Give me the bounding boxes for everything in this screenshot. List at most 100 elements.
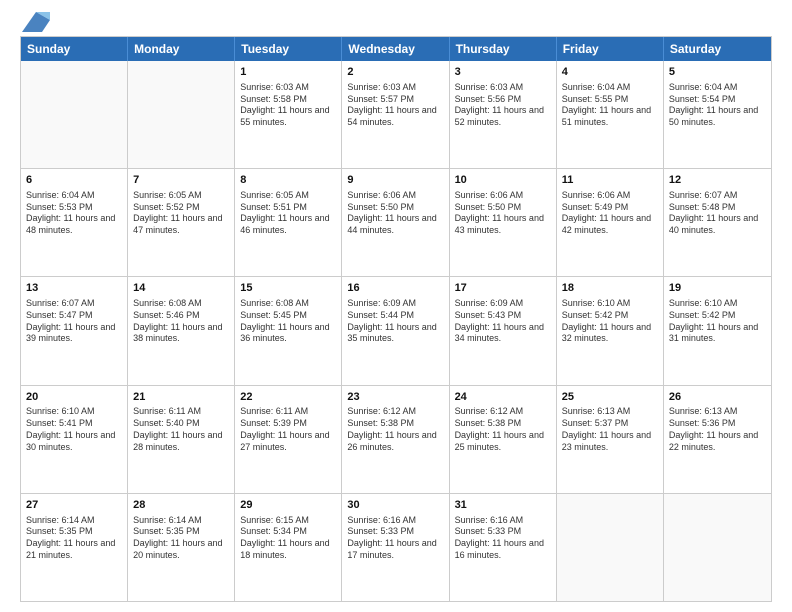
cell-info: Sunrise: 6:05 AM Sunset: 5:51 PM Dayligh… xyxy=(240,190,336,237)
day-number: 26 xyxy=(669,390,766,405)
cell-info: Sunrise: 6:10 AM Sunset: 5:41 PM Dayligh… xyxy=(26,406,122,453)
cell-info: Sunrise: 6:06 AM Sunset: 5:49 PM Dayligh… xyxy=(562,190,658,237)
day-header-wednesday: Wednesday xyxy=(342,37,449,61)
day-number: 29 xyxy=(240,498,336,513)
cell-info: Sunrise: 6:13 AM Sunset: 5:37 PM Dayligh… xyxy=(562,406,658,453)
cell-info: Sunrise: 6:14 AM Sunset: 5:35 PM Dayligh… xyxy=(26,515,122,562)
day-number: 13 xyxy=(26,281,122,296)
calendar: SundayMondayTuesdayWednesdayThursdayFrid… xyxy=(20,36,772,602)
calendar-week-5: 27 Sunrise: 6:14 AM Sunset: 5:35 PM Dayli… xyxy=(21,493,771,601)
day-header-sunday: Sunday xyxy=(21,37,128,61)
calendar-cell: 28 Sunrise: 6:14 AM Sunset: 5:35 PM Dayli… xyxy=(128,494,235,601)
day-number: 23 xyxy=(347,390,443,405)
calendar-week-2: 6Sunrise: 6:04 AM Sunset: 5:53 PM Daylig… xyxy=(21,168,771,276)
calendar-cell xyxy=(21,61,128,168)
day-number: 28 xyxy=(133,498,229,513)
cell-info: Sunrise: 6:10 AM Sunset: 5:42 PM Dayligh… xyxy=(669,298,766,345)
calendar-cell: 13 Sunrise: 6:07 AM Sunset: 5:47 PM Dayli… xyxy=(21,277,128,384)
day-number: 27 xyxy=(26,498,122,513)
cell-info: Sunrise: 6:07 AM Sunset: 5:47 PM Dayligh… xyxy=(26,298,122,345)
calendar-cell: 25Sunrise: 6:13 AM Sunset: 5:37 PM Dayli… xyxy=(557,386,664,493)
calendar-week-4: 20Sunrise: 6:10 AM Sunset: 5:41 PM Dayli… xyxy=(21,385,771,493)
calendar-cell: 20Sunrise: 6:10 AM Sunset: 5:41 PM Dayli… xyxy=(21,386,128,493)
calendar-cell: 31 Sunrise: 6:16 AM Sunset: 5:33 PM Dayli… xyxy=(450,494,557,601)
cell-info: Sunrise: 6:11 AM Sunset: 5:40 PM Dayligh… xyxy=(133,406,229,453)
day-number: 18 xyxy=(562,281,658,296)
day-number: 15 xyxy=(240,281,336,296)
day-number: 1 xyxy=(240,65,336,80)
day-number: 4 xyxy=(562,65,658,80)
cell-info: Sunrise: 6:14 AM Sunset: 5:35 PM Dayligh… xyxy=(133,515,229,562)
day-number: 14 xyxy=(133,281,229,296)
cell-info: Sunrise: 6:03 AM Sunset: 5:57 PM Dayligh… xyxy=(347,82,443,129)
day-number: 2 xyxy=(347,65,443,80)
day-number: 20 xyxy=(26,390,122,405)
cell-info: Sunrise: 6:13 AM Sunset: 5:36 PM Dayligh… xyxy=(669,406,766,453)
cell-info: Sunrise: 6:08 AM Sunset: 5:45 PM Dayligh… xyxy=(240,298,336,345)
day-number: 16 xyxy=(347,281,443,296)
cell-info: Sunrise: 6:06 AM Sunset: 5:50 PM Dayligh… xyxy=(347,190,443,237)
day-number: 30 xyxy=(347,498,443,513)
day-number: 9 xyxy=(347,173,443,188)
cell-info: Sunrise: 6:11 AM Sunset: 5:39 PM Dayligh… xyxy=(240,406,336,453)
calendar-cell: 11 Sunrise: 6:06 AM Sunset: 5:49 PM Dayli… xyxy=(557,169,664,276)
calendar-cell: 22Sunrise: 6:11 AM Sunset: 5:39 PM Dayli… xyxy=(235,386,342,493)
day-header-saturday: Saturday xyxy=(664,37,771,61)
cell-info: Sunrise: 6:04 AM Sunset: 5:55 PM Dayligh… xyxy=(562,82,658,129)
day-header-monday: Monday xyxy=(128,37,235,61)
cell-info: Sunrise: 6:16 AM Sunset: 5:33 PM Dayligh… xyxy=(455,515,551,562)
calendar-cell: 10 Sunrise: 6:06 AM Sunset: 5:50 PM Dayli… xyxy=(450,169,557,276)
calendar-week-3: 13 Sunrise: 6:07 AM Sunset: 5:47 PM Dayli… xyxy=(21,276,771,384)
cell-info: Sunrise: 6:15 AM Sunset: 5:34 PM Dayligh… xyxy=(240,515,336,562)
calendar-cell: 29 Sunrise: 6:15 AM Sunset: 5:34 PM Dayli… xyxy=(235,494,342,601)
calendar-body: 1Sunrise: 6:03 AM Sunset: 5:58 PM Daylig… xyxy=(21,61,771,601)
cell-info: Sunrise: 6:09 AM Sunset: 5:43 PM Dayligh… xyxy=(455,298,551,345)
day-number: 7 xyxy=(133,173,229,188)
day-number: 3 xyxy=(455,65,551,80)
calendar-cell: 27 Sunrise: 6:14 AM Sunset: 5:35 PM Dayli… xyxy=(21,494,128,601)
calendar-cell: 14Sunrise: 6:08 AM Sunset: 5:46 PM Dayli… xyxy=(128,277,235,384)
calendar-cell: 1Sunrise: 6:03 AM Sunset: 5:58 PM Daylig… xyxy=(235,61,342,168)
calendar-cell xyxy=(664,494,771,601)
calendar-cell: 3 Sunrise: 6:03 AM Sunset: 5:56 PM Daylig… xyxy=(450,61,557,168)
calendar-cell: 15 Sunrise: 6:08 AM Sunset: 5:45 PM Dayli… xyxy=(235,277,342,384)
cell-info: Sunrise: 6:16 AM Sunset: 5:33 PM Dayligh… xyxy=(347,515,443,562)
calendar-week-1: 1Sunrise: 6:03 AM Sunset: 5:58 PM Daylig… xyxy=(21,61,771,168)
cell-info: Sunrise: 6:06 AM Sunset: 5:50 PM Dayligh… xyxy=(455,190,551,237)
logo xyxy=(20,16,50,26)
calendar-cell: 5 Sunrise: 6:04 AM Sunset: 5:54 PM Daylig… xyxy=(664,61,771,168)
logo-icon xyxy=(22,12,50,32)
day-number: 11 xyxy=(562,173,658,188)
calendar-cell xyxy=(128,61,235,168)
calendar-cell: 23Sunrise: 6:12 AM Sunset: 5:38 PM Dayli… xyxy=(342,386,449,493)
header xyxy=(20,16,772,26)
day-number: 8 xyxy=(240,173,336,188)
calendar-cell: 26Sunrise: 6:13 AM Sunset: 5:36 PM Dayli… xyxy=(664,386,771,493)
day-number: 22 xyxy=(240,390,336,405)
day-header-thursday: Thursday xyxy=(450,37,557,61)
calendar-cell: 18 Sunrise: 6:10 AM Sunset: 5:42 PM Dayli… xyxy=(557,277,664,384)
calendar-cell: 4 Sunrise: 6:04 AM Sunset: 5:55 PM Daylig… xyxy=(557,61,664,168)
day-number: 5 xyxy=(669,65,766,80)
day-number: 31 xyxy=(455,498,551,513)
day-number: 17 xyxy=(455,281,551,296)
cell-info: Sunrise: 6:04 AM Sunset: 5:54 PM Dayligh… xyxy=(669,82,766,129)
day-number: 24 xyxy=(455,390,551,405)
day-header-friday: Friday xyxy=(557,37,664,61)
day-number: 12 xyxy=(669,173,766,188)
calendar-cell: 19Sunrise: 6:10 AM Sunset: 5:42 PM Dayli… xyxy=(664,277,771,384)
cell-info: Sunrise: 6:10 AM Sunset: 5:42 PM Dayligh… xyxy=(562,298,658,345)
day-number: 21 xyxy=(133,390,229,405)
calendar-cell: 7 Sunrise: 6:05 AM Sunset: 5:52 PM Daylig… xyxy=(128,169,235,276)
cell-info: Sunrise: 6:12 AM Sunset: 5:38 PM Dayligh… xyxy=(347,406,443,453)
calendar-cell: 17 Sunrise: 6:09 AM Sunset: 5:43 PM Dayli… xyxy=(450,277,557,384)
cell-info: Sunrise: 6:07 AM Sunset: 5:48 PM Dayligh… xyxy=(669,190,766,237)
calendar-cell: 24Sunrise: 6:12 AM Sunset: 5:38 PM Dayli… xyxy=(450,386,557,493)
calendar-header: SundayMondayTuesdayWednesdayThursdayFrid… xyxy=(21,37,771,61)
cell-info: Sunrise: 6:04 AM Sunset: 5:53 PM Dayligh… xyxy=(26,190,122,237)
calendar-cell: 8 Sunrise: 6:05 AM Sunset: 5:51 PM Daylig… xyxy=(235,169,342,276)
day-number: 10 xyxy=(455,173,551,188)
cell-info: Sunrise: 6:09 AM Sunset: 5:44 PM Dayligh… xyxy=(347,298,443,345)
cell-info: Sunrise: 6:03 AM Sunset: 5:56 PM Dayligh… xyxy=(455,82,551,129)
cell-info: Sunrise: 6:05 AM Sunset: 5:52 PM Dayligh… xyxy=(133,190,229,237)
